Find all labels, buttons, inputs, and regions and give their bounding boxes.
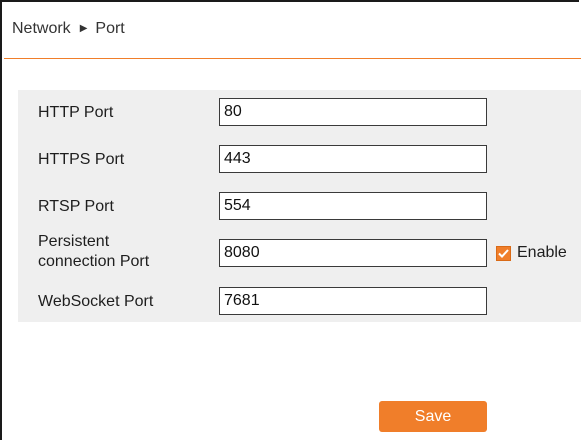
checkmark-icon xyxy=(498,248,509,258)
persistent-label-line2: connection Port xyxy=(38,253,150,270)
breadcrumb-port: Port xyxy=(95,20,125,37)
save-button[interactable]: Save xyxy=(379,401,487,432)
http-port-input[interactable] xyxy=(219,98,487,126)
enable-label: Enable xyxy=(517,244,567,261)
http-port-label: HTTP Port xyxy=(38,104,114,121)
http-port-row: HTTP Port xyxy=(18,98,581,126)
header-divider xyxy=(4,58,581,59)
websocket-port-row: WebSocket Port xyxy=(18,287,581,315)
rtsp-port-label: RTSP Port xyxy=(38,198,114,215)
persistent-connection-port-label: Persistent connection Port xyxy=(38,232,149,272)
persistent-label-line1: Persistent xyxy=(38,233,110,250)
rtsp-port-row: RTSP Port xyxy=(18,192,581,220)
enable-checkbox[interactable] xyxy=(496,245,511,261)
enable-checkbox-wrap[interactable]: Enable xyxy=(496,244,567,262)
port-form-panel: HTTP Port HTTPS Port RTSP Port Persisten… xyxy=(18,90,581,322)
https-port-label: HTTPS Port xyxy=(38,151,125,168)
https-port-row: HTTPS Port xyxy=(18,145,581,173)
websocket-port-label: WebSocket Port xyxy=(38,293,154,310)
rtsp-port-input[interactable] xyxy=(219,192,487,220)
persistent-connection-port-input[interactable] xyxy=(219,239,487,267)
persistent-connection-port-row: Persistent connection Port Enable xyxy=(18,233,581,270)
breadcrumb: Network ▶ Port xyxy=(12,20,125,38)
websocket-port-input[interactable] xyxy=(219,287,487,315)
breadcrumb-network[interactable]: Network xyxy=(12,20,71,38)
port-settings-frame: Network ▶ Port HTTP Port HTTPS Port RTSP… xyxy=(0,0,581,440)
breadcrumb-separator-icon: ▶ xyxy=(79,22,88,34)
https-port-input[interactable] xyxy=(219,145,487,173)
